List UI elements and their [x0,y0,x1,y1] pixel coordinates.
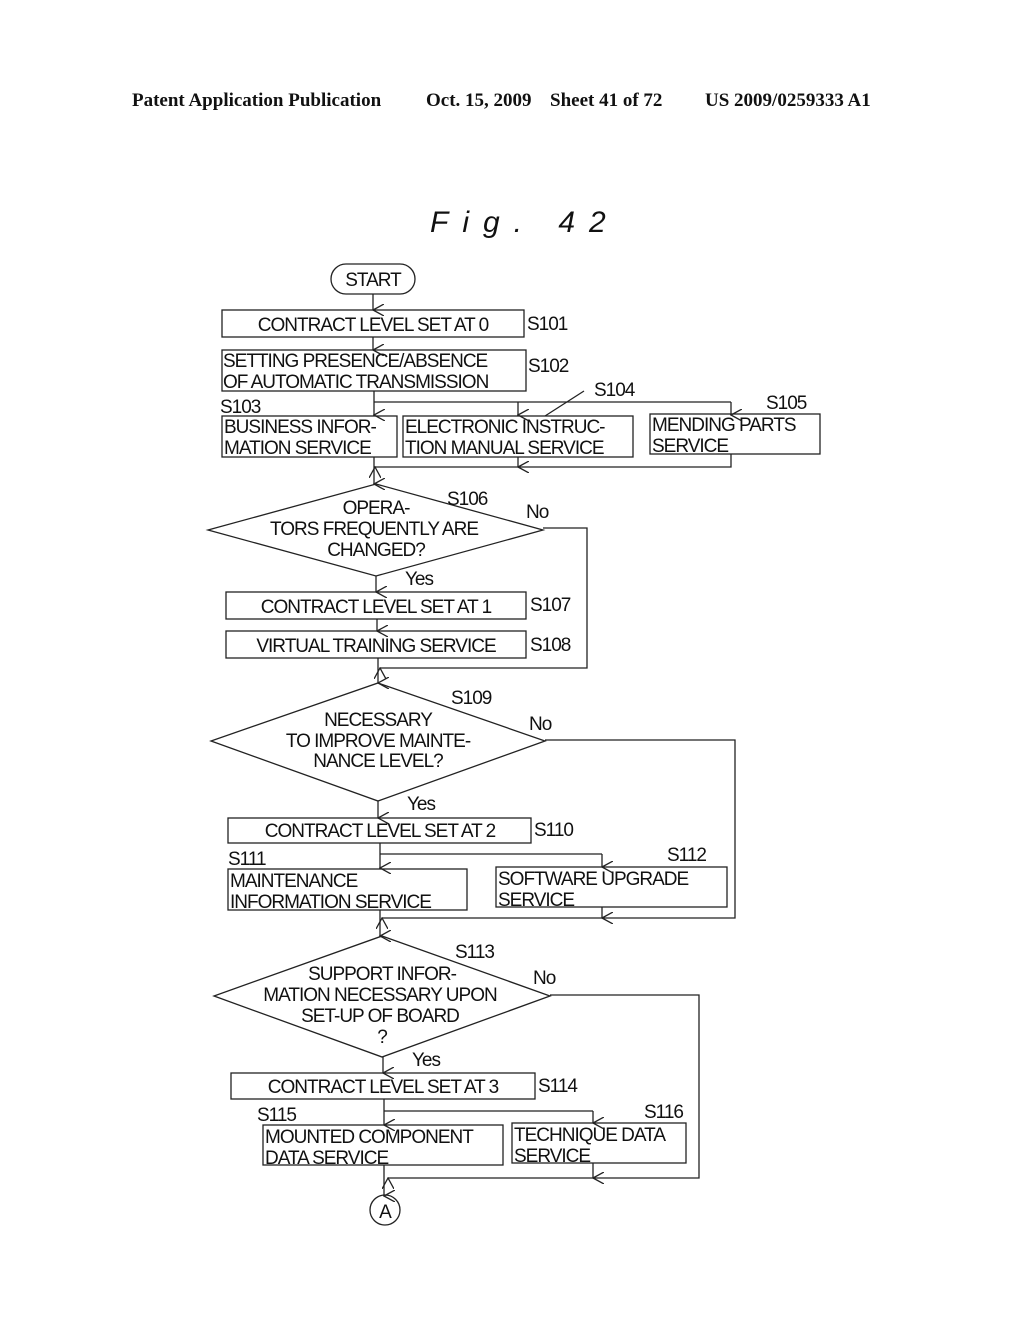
step-s110: CONTRACT LEVEL SET AT 2 S110 [227,817,574,844]
step-s107: CONTRACT LEVEL SET AT 1 S107 [225,591,572,620]
s116-label: S116 [644,1102,683,1123]
s115-line-2: DATA SERVICE [265,1148,388,1169]
s105-line-1: MENDING PARTS [652,415,796,436]
step-s111: MAINTENANCE INFORMATION SERVICE [227,868,468,913]
step-s115: MOUNTED COMPONENT DATA SERVICE [262,1124,504,1169]
s103-line-2: MATION SERVICE [224,438,371,459]
s111-label: S111 [228,849,266,870]
s111-line-1: MAINTENANCE [230,871,358,892]
s110-label: S110 [534,820,573,841]
step-s104: ELECTRONIC INSTRUC- TION MANUAL SERVICE [402,415,634,459]
s109-label: S109 [451,688,492,709]
s104-leader-line [544,390,585,417]
s114-label: S114 [538,1076,578,1097]
s116-line-2: SERVICE [514,1146,590,1167]
start-terminal: START [330,263,416,295]
step-s114: CONTRACT LEVEL SET AT 3 S114 [230,1072,579,1100]
s106-yes-label: Yes [405,569,433,590]
step-s103: BUSINESS INFOR- MATION SERVICE [221,415,398,459]
flowchart: START CONTRACT LEVEL SET AT 0 S101 SETTI… [205,263,821,1226]
s106-line-3: CHANGED? [327,540,425,561]
s111-line-2: INFORMATION SERVICE [230,892,431,913]
decision-s113: SUPPORT INFOR- MATION NECESSARY UPON SET… [212,935,557,1071]
step-s108: VIRTUAL TRAINING SERVICE S108 [225,630,572,659]
decision-s109: NECESSARY TO IMPROVE MAINTE- NANCE LEVEL… [209,682,553,815]
s113-line-2: MATION NECESSARY UPON [263,985,497,1006]
s113-line-4: ? [377,1027,387,1048]
s105-line-2: SERVICE [652,436,728,457]
s106-label: S106 [447,489,488,510]
s102-line-1: SETTING PRESENCE/ABSENCE [223,351,488,372]
connector-a: A [369,1194,401,1226]
s108-label: S108 [530,635,571,656]
s101-text: CONTRACT LEVEL SET AT 0 [258,315,489,336]
s113-yes-label: Yes [412,1050,440,1071]
s110-text: CONTRACT LEVEL SET AT 2 [265,821,496,842]
s113-line-3: SET-UP OF BOARD [301,1006,459,1027]
s114-text: CONTRACT LEVEL SET AT 3 [268,1077,499,1098]
step-s101: CONTRACT LEVEL SET AT 0 S101 [221,309,569,338]
step-s105: MENDING PARTS SERVICE [649,413,821,457]
s108-text: VIRTUAL TRAINING SERVICE [256,636,496,657]
s115-label: S115 [257,1105,296,1126]
s102-line-2: OF AUTOMATIC TRANSMISSION [223,372,489,393]
s107-text: CONTRACT LEVEL SET AT 1 [261,597,492,618]
s103-line-1: BUSINESS INFOR- [224,417,376,438]
step-s116: TECHNIQUE DATA SERVICE [511,1122,687,1167]
s104-label: S104 [594,380,636,401]
s113-line-1: SUPPORT INFOR- [308,964,457,985]
s106-no-label: No [526,502,549,523]
s113-label: S113 [455,942,494,963]
s102-label: S102 [528,356,569,377]
s113-no-label: No [533,968,556,989]
connector-label: A [379,1202,392,1223]
s106-line-1: OPERA- [343,498,411,519]
s112-label: S112 [667,845,706,866]
s104-line-1: ELECTRONIC INSTRUC- [405,417,605,438]
s106-line-2: TORS FREQUENTLY ARE [270,519,478,540]
s109-line-1: NECESSARY [324,710,433,731]
s104-line-2: TION MANUAL SERVICE [405,438,604,459]
s115-line-1: MOUNTED COMPONENT [265,1127,474,1148]
s109-line-2: TO IMPROVE MAINTE- [286,731,471,752]
s109-no-label: No [529,714,552,735]
step-s102: SETTING PRESENCE/ABSENCE OF AUTOMATIC TR… [221,349,570,393]
decision-s106: OPERA- TORS FREQUENTLY ARE CHANGED? S106… [205,483,550,590]
s112-line-1: SOFTWARE UPGRADE [498,869,689,890]
s112-line-2: SERVICE [498,890,574,911]
s103-label: S103 [220,397,261,418]
s109-line-3: NANCE LEVEL? [313,751,443,772]
start-label: START [345,270,402,291]
s116-line-1: TECHNIQUE DATA [514,1125,666,1146]
step-s112: SOFTWARE UPGRADE SERVICE [495,866,728,911]
s109-yes-label: Yes [407,794,435,815]
s105-label: S105 [766,393,807,414]
s107-label: S107 [530,595,571,616]
s101-label: S101 [527,314,568,335]
